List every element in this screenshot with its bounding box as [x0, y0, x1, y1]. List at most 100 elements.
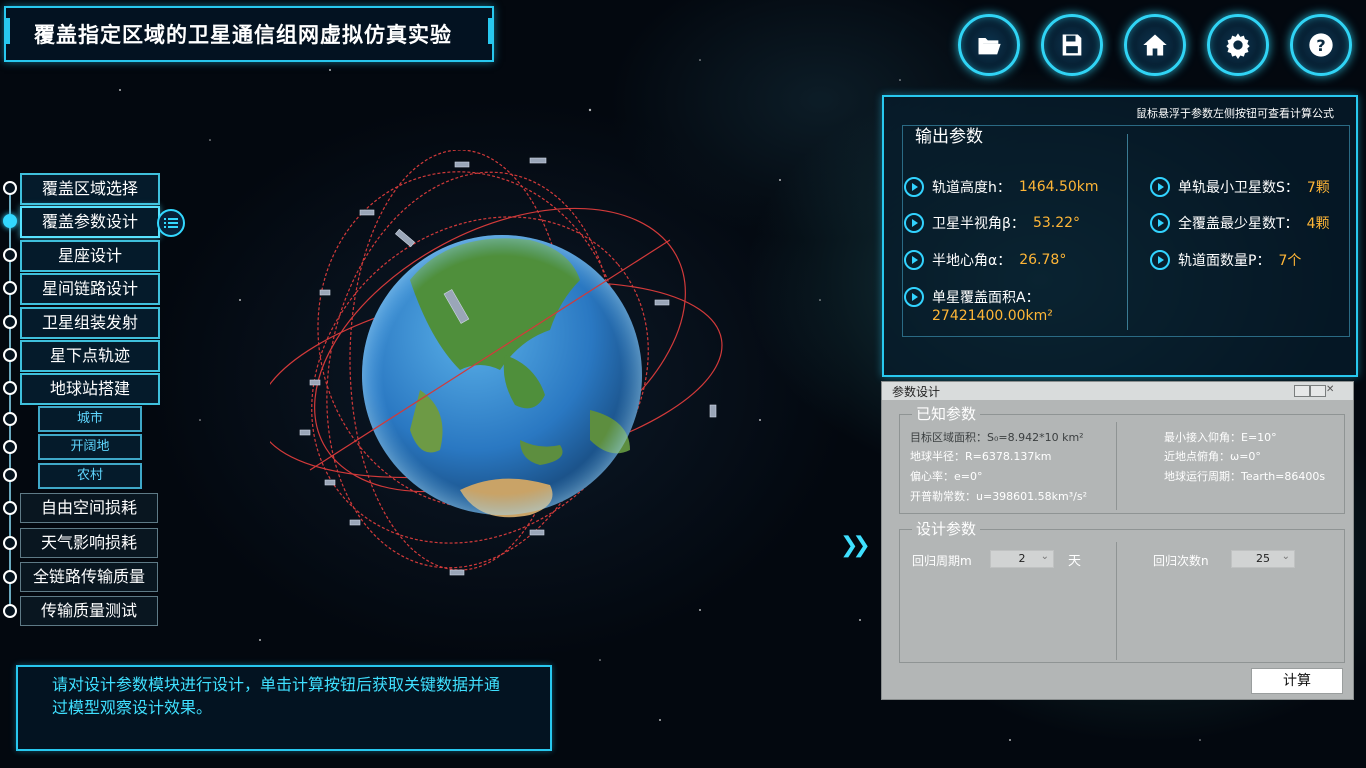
nav-node	[3, 570, 17, 584]
nav-node	[3, 468, 17, 482]
close-icon[interactable]: ✕	[1326, 385, 1340, 395]
nav-node	[3, 248, 17, 262]
param-label: 全覆盖最少星数T：	[1178, 216, 1299, 232]
known-perigee-angle: 近地点俯角：ω=0°	[1164, 450, 1261, 463]
nav-coverage-param-design[interactable]: 覆盖参数设计	[20, 206, 160, 238]
formula-play-icon[interactable]	[1150, 213, 1170, 233]
formula-play-icon[interactable]	[904, 287, 924, 307]
known-target-area: 目标区域面积：S₀=8.942*10 km²	[910, 431, 1084, 444]
open-file-button[interactable]	[958, 14, 1020, 76]
param-label: 卫星半视角β：	[932, 216, 1025, 232]
nav-node	[3, 536, 17, 550]
param-orbit-height: 轨道高度h： 1464.50km	[904, 177, 1099, 197]
param-min-sats-per-orbit: 单轨最小卫星数S： 7颗	[1150, 177, 1330, 197]
known-earth-radius: 地球半径：R=6378.137km	[910, 450, 1052, 463]
param-value: 27421400.00km²	[932, 308, 1053, 324]
calculate-button[interactable]: 计算	[1251, 668, 1343, 694]
svg-text:?: ?	[1316, 36, 1325, 55]
count-select[interactable]: 25	[1231, 549, 1295, 568]
known-eccentricity: 偏心率：e=0°	[910, 470, 983, 483]
param-coverage-area: 单星覆盖面积A：	[904, 287, 1040, 307]
design-params-divider	[1116, 542, 1117, 660]
minimize-icon[interactable]	[1294, 385, 1310, 397]
gear-icon	[1226, 33, 1250, 59]
nav-node	[3, 440, 17, 454]
nav-sub-city[interactable]: 城市	[38, 406, 142, 432]
param-label: 单轨最小卫星数S：	[1178, 180, 1299, 196]
app-title: 覆盖指定区域的卫星通信组网虚拟仿真实验	[34, 23, 452, 47]
nav-node-active	[3, 214, 17, 228]
param-label: 轨道面数量P：	[1178, 253, 1271, 269]
list-menu-icon[interactable]	[157, 209, 185, 237]
param-orbit-planes: 轨道面数量P： 7个	[1150, 250, 1301, 270]
formula-play-icon[interactable]	[1150, 250, 1170, 270]
nav-ground-track[interactable]: 星下点轨迹	[20, 340, 160, 372]
period-label: 回归周期m	[912, 554, 972, 568]
help-icon: ?	[1309, 33, 1333, 57]
param-label: 半地心角α：	[932, 253, 1012, 269]
save-button[interactable]	[1041, 14, 1103, 76]
formula-hint: 鼠标悬浮于参数左侧按钮可查看计算公式	[1136, 107, 1334, 120]
period-unit: 天	[1068, 554, 1082, 569]
instruction-panel: 请对设计参数模块进行设计，单击计算按钮后获取关键数据并通过模型观察设计效果。	[16, 665, 552, 751]
dialog-title: 参数设计	[892, 385, 941, 399]
settings-button[interactable]	[1207, 14, 1269, 76]
nav-node	[3, 501, 17, 515]
nav-node	[3, 412, 17, 426]
nav-node	[3, 381, 17, 395]
period-select[interactable]: 2	[990, 549, 1054, 568]
param-coverage-area-value: 27421400.00km²	[932, 308, 1053, 324]
nav-node	[3, 604, 17, 618]
nav-transmission-test[interactable]: 传输质量测试	[20, 596, 158, 626]
nav-inter-satellite-link[interactable]: 星间链路设计	[20, 273, 160, 305]
nav-free-space-loss[interactable]: 自由空间损耗	[20, 493, 158, 523]
formula-play-icon[interactable]	[1150, 177, 1170, 197]
nav-sub-open-area[interactable]: 开阔地	[38, 434, 142, 460]
parameter-design-dialog: 参数设计 ✕ 已知参数 目标区域面积：S₀=8.942*10 km² 地球半径：…	[881, 381, 1354, 700]
nav-node	[3, 348, 17, 362]
app-title-bar: 覆盖指定区域的卫星通信组网虚拟仿真实验	[4, 6, 494, 62]
home-icon	[1143, 34, 1167, 56]
earth-orbit-scene[interactable]	[270, 150, 740, 610]
nav-node	[3, 281, 17, 295]
nav-satellite-launch[interactable]: 卫星组装发射	[20, 307, 160, 339]
output-heading: 输出参数	[915, 127, 983, 147]
formula-play-icon[interactable]	[904, 177, 924, 197]
save-icon	[1062, 34, 1082, 56]
known-kepler-constant: 开普勒常数：u=398601.58km³/s²	[910, 490, 1088, 503]
instruction-text: 请对设计参数模块进行设计，单击计算按钮后获取关键数据并通过模型观察设计效果。	[52, 675, 501, 717]
nav-sub-rural[interactable]: 农村	[38, 463, 142, 489]
nav-coverage-area-select[interactable]: 覆盖区域选择	[20, 173, 160, 205]
nav-node	[3, 181, 17, 195]
param-value: 26.78°	[1019, 252, 1067, 268]
nav-full-link-quality[interactable]: 全链路传输质量	[20, 562, 158, 592]
output-parameters-panel: 鼠标悬浮于参数左侧按钮可查看计算公式 输出参数 轨道高度h： 1464.50km …	[882, 95, 1358, 377]
param-value: 1464.50km	[1018, 179, 1099, 195]
param-value: 7个	[1278, 253, 1302, 269]
param-value: 4颗	[1306, 216, 1330, 232]
help-button[interactable]: ?	[1290, 14, 1352, 76]
known-min-elevation: 最小接入仰角：E=10°	[1164, 431, 1277, 444]
output-divider	[1127, 134, 1128, 330]
home-button[interactable]	[1124, 14, 1186, 76]
param-value: 7颗	[1306, 180, 1330, 196]
known-params-heading: 已知参数	[912, 403, 981, 424]
param-half-view-angle: 卫星半视角β： 53.22°	[904, 213, 1080, 233]
count-label: 回归次数n	[1153, 554, 1209, 568]
maximize-icon[interactable]	[1310, 385, 1326, 397]
param-value: 53.22°	[1032, 215, 1081, 231]
param-label: 轨道高度h：	[932, 180, 1011, 196]
nav-earth-station[interactable]: 地球站搭建	[20, 373, 160, 405]
nav-constellation-design[interactable]: 星座设计	[20, 240, 160, 272]
nav-weather-loss[interactable]: 天气影响损耗	[20, 528, 158, 558]
known-params-divider	[1116, 422, 1117, 510]
param-label: 单星覆盖面积A：	[932, 290, 1040, 306]
param-half-earth-angle: 半地心角α： 26.78°	[904, 250, 1066, 270]
formula-play-icon[interactable]	[904, 250, 924, 270]
known-earth-period: 地球运行周期：Tearth=86400s	[1164, 470, 1326, 483]
design-params-heading: 设计参数	[912, 518, 981, 539]
expand-panel-arrow-icon[interactable]: ❯❯	[840, 533, 871, 558]
nav-node	[3, 315, 17, 329]
formula-play-icon[interactable]	[904, 213, 924, 233]
dialog-titlebar: 参数设计 ✕	[882, 382, 1353, 400]
